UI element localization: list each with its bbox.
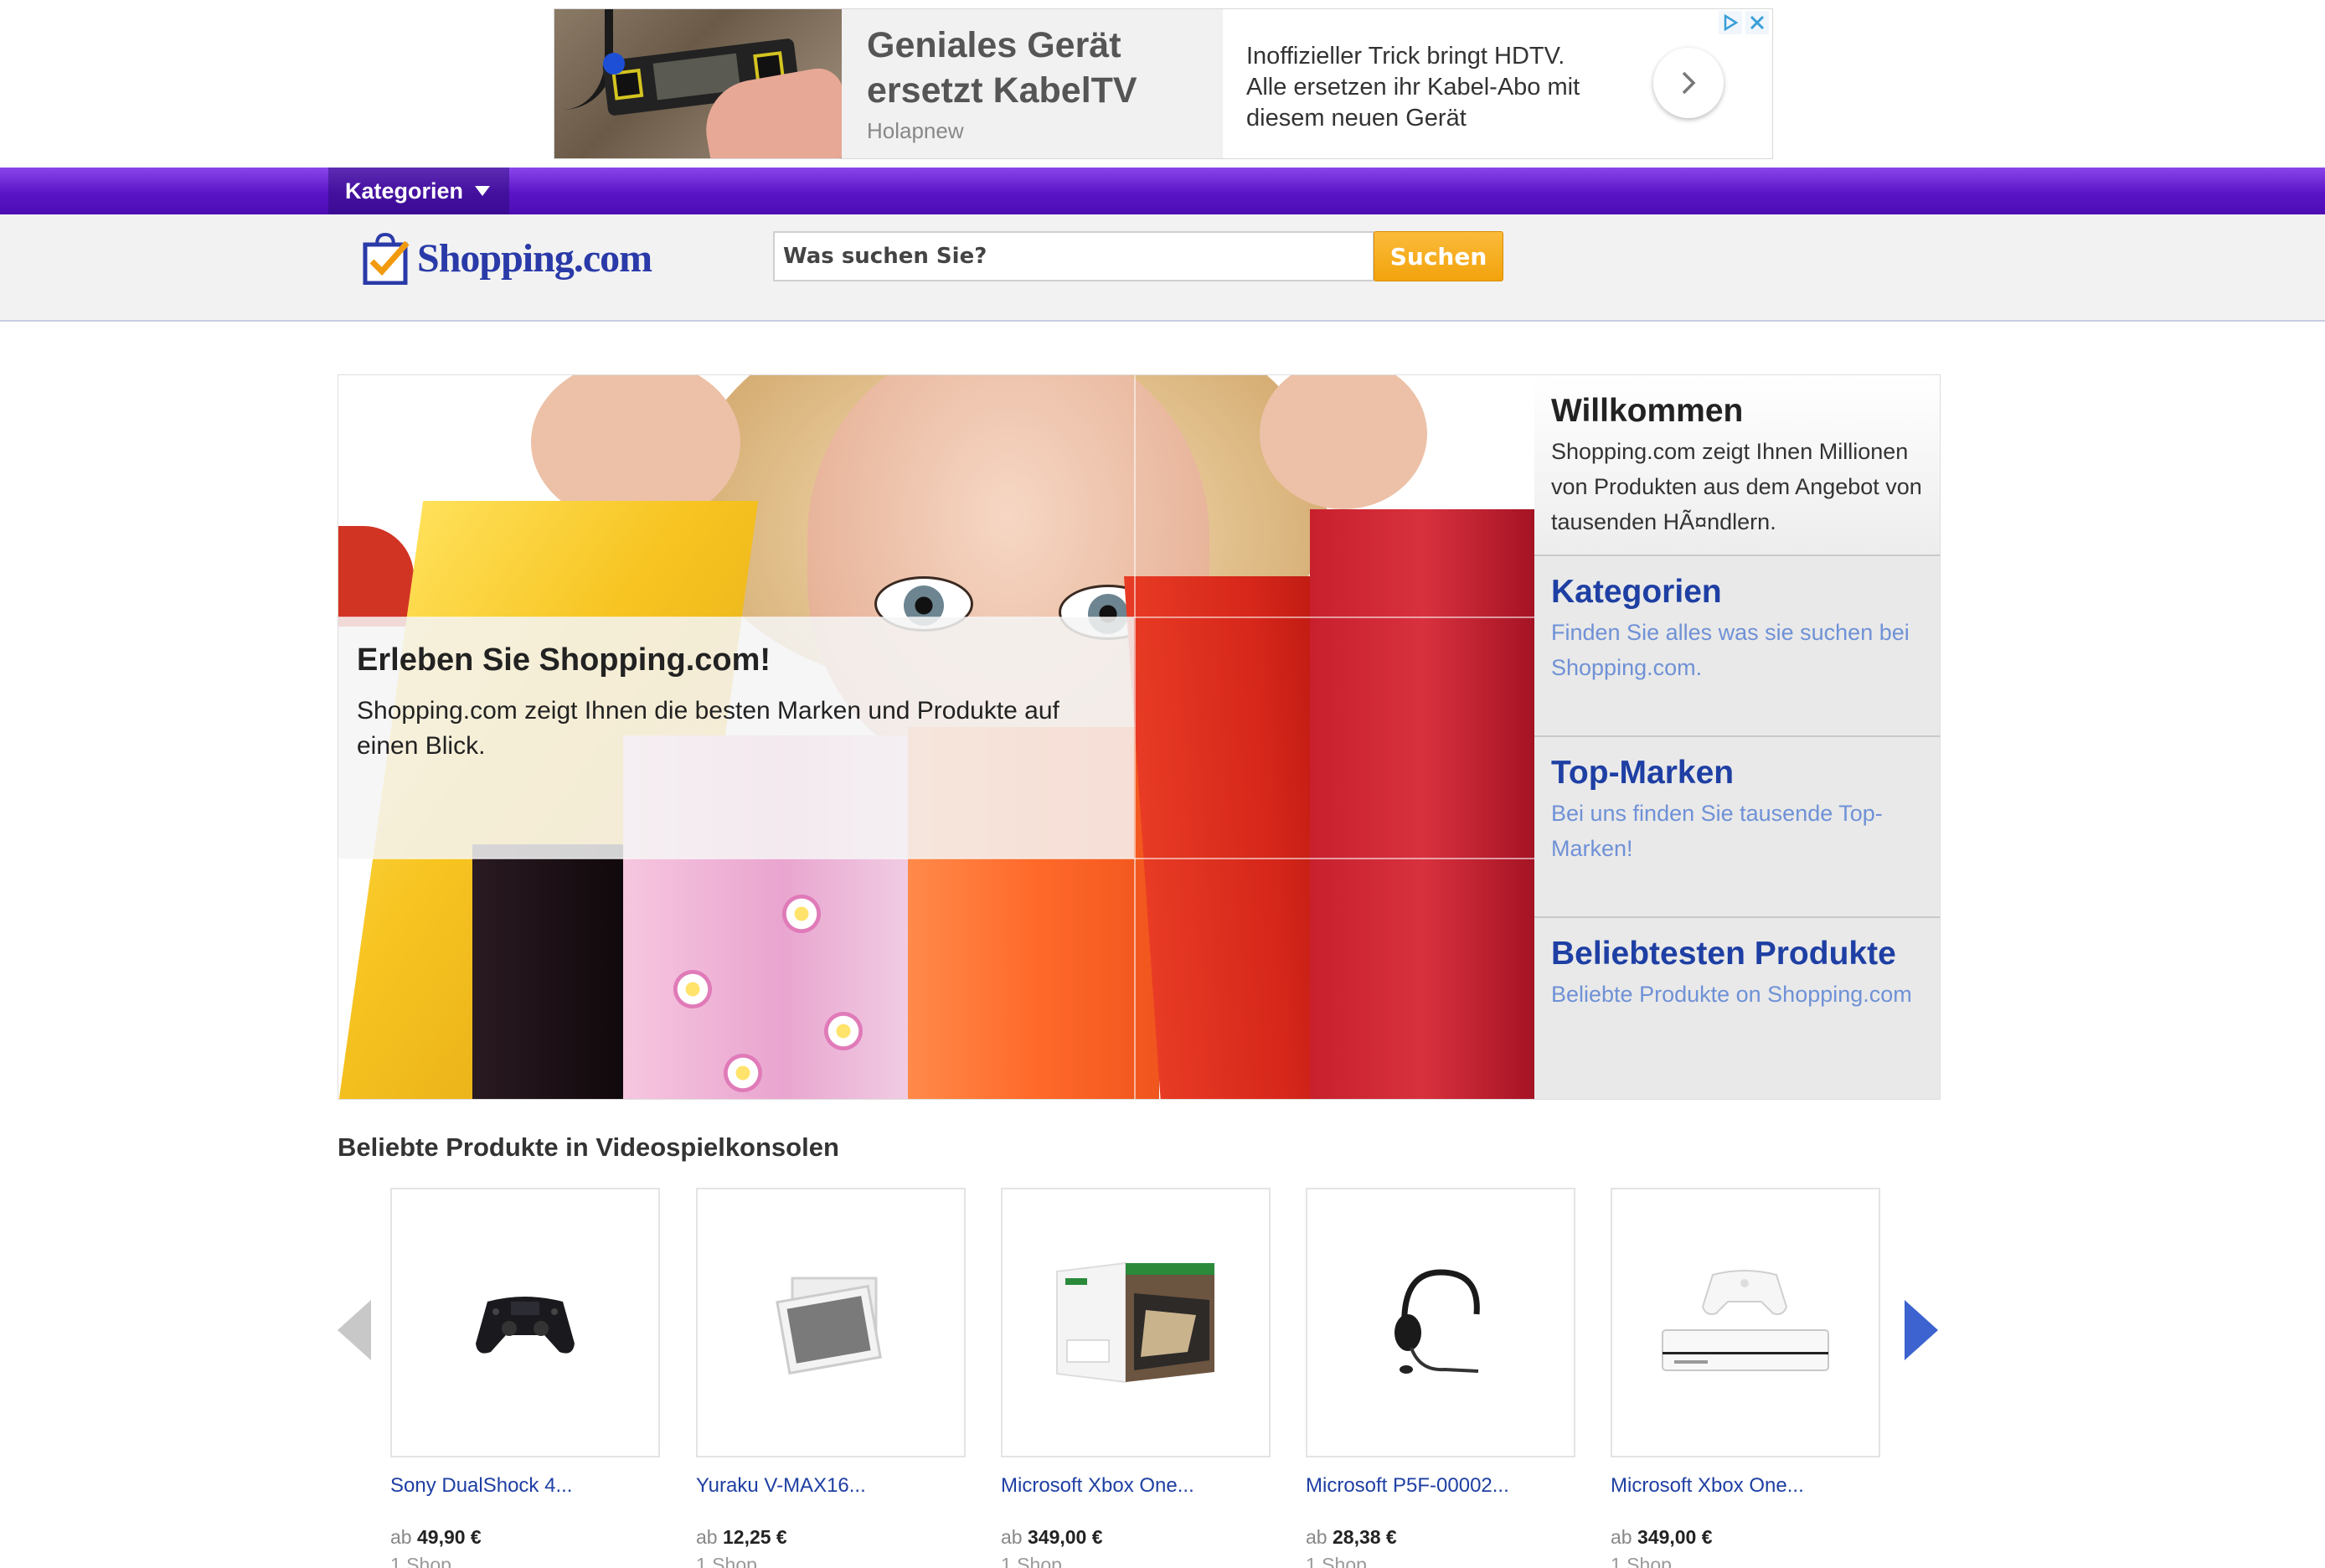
adchoices-icon[interactable] [1719,11,1742,34]
search-button[interactable]: Suchen [1374,231,1503,281]
product-name[interactable]: Microsoft Xbox One... [1611,1474,1880,1498]
product-price: ab 12,25 € [696,1526,787,1548]
panel-title: Kategorien [1551,574,1722,610]
console-bundle-icon [1056,1261,1214,1384]
hero-caption: Erleben Sie Shopping.com! Shopping.com z… [338,617,1134,859]
product-image[interactable] [1001,1188,1271,1457]
panel-title: Willkommen [1551,393,1744,429]
product-price: ab 49,90 € [390,1526,482,1548]
search-field[interactable] [773,231,1374,281]
ad-source: Holapnew [867,118,964,143]
categories-menu-button[interactable]: Kategorien [328,168,509,214]
site-header: Shopping.com Suchen [0,214,2325,322]
product-card[interactable]: Microsoft Xbox One... ab 349,00 € 1 Shop [1611,1188,1880,1568]
product-shop-count: 1 Shop [696,1554,757,1568]
product-name[interactable]: Sony DualShock 4... [390,1474,660,1498]
product-image[interactable] [390,1188,660,1457]
console-icon [1662,1270,1829,1371]
close-icon[interactable] [1745,11,1769,34]
arrow-left-icon[interactable] [338,1300,371,1360]
product-shop-count: 1 Shop [1611,1554,1672,1568]
product-price: ab 349,00 € [1001,1526,1103,1548]
panel-top-brands[interactable]: Top-Marken Bei uns finden Sie tausende T… [1534,737,1940,918]
section-title: Beliebte Produkte in Videospielkonsolen [338,1132,839,1162]
site-logo[interactable]: Shopping.com [360,231,652,285]
product-name[interactable]: Yuraku V-MAX16... [696,1474,966,1498]
panel-title: Beliebtesten Produkte [1551,936,1896,972]
chevron-right-icon [1682,71,1696,95]
ad-text[interactable]: Inoffizieller Trick bringt HDTV. Alle er… [1246,41,1598,134]
ad-banner[interactable]: Geniales Gerät ersetzt KabelTV Holapnew … [554,8,1773,159]
product-shop-count: 1 Shop [1001,1554,1062,1568]
gamepad-icon [476,1297,575,1354]
panel-text: Bei uns finden Sie tausende Top-Marken! [1551,801,1883,861]
ad-next-button[interactable] [1653,48,1724,118]
panel-popular-products[interactable]: Beliebtesten Produkte Beliebte Produkte … [1534,918,1940,1099]
ad-image[interactable] [554,9,842,158]
product-shop-count: 1 Shop [1306,1554,1367,1568]
hero-image[interactable]: Erleben Sie Shopping.com! Shopping.com z… [338,375,1534,1099]
search-input[interactable] [775,233,1373,280]
panel-text: Beliebte Produkte on Shopping.com [1551,982,1912,1007]
hero-side-nav: Willkommen Shopping.com zeigt Ihnen Mill… [1534,375,1940,1099]
product-name[interactable]: Microsoft P5F-00002... [1306,1474,1575,1498]
product-card[interactable]: Microsoft P5F-00002... ab 28,38 € 1 Shop [1306,1188,1575,1568]
caret-down-icon [475,186,491,196]
product-price: ab 349,00 € [1611,1526,1713,1548]
logo-text: Shopping.com [417,235,652,281]
hero-subtitle: Shopping.com zeigt Ihnen die besten Mark… [357,697,1059,760]
headset-icon [1394,1269,1480,1374]
panel-welcome[interactable]: Willkommen Shopping.com zeigt Ihnen Mill… [1534,375,1940,556]
shopping-bag-check-icon [363,232,410,285]
ad-headline[interactable]: Geniales Gerät ersetzt KabelTV [867,23,1219,113]
product-card[interactable]: Yuraku V-MAX16... ab 12,25 € 1 Shop [696,1188,966,1568]
top-navbar: Kategorien [0,168,2325,214]
product-image[interactable] [1611,1188,1880,1457]
product-price: ab 28,38 € [1306,1526,1397,1548]
categories-label: Kategorien [345,178,464,204]
product-name[interactable]: Microsoft Xbox One... [1001,1474,1271,1498]
arrow-right-icon[interactable] [1905,1300,1938,1360]
product-shop-count: 1 Shop [390,1554,451,1568]
product-image[interactable] [696,1188,966,1457]
panel-title: Top-Marken [1551,755,1735,791]
panel-categories[interactable]: Kategorien Finden Sie alles was sie such… [1534,556,1940,737]
hero-banner: Erleben Sie Shopping.com! Shopping.com z… [338,374,1941,1100]
image-placeholder-icon [776,1277,882,1375]
panel-text: Shopping.com zeigt Ihnen Millionen von P… [1551,439,1922,534]
panel-text: Finden Sie alles was sie suchen bei Shop… [1551,620,1910,680]
product-card[interactable]: Microsoft Xbox One... ab 349,00 € 1 Shop [1001,1188,1271,1568]
product-card[interactable]: Sony DualShock 4... ab 49,90 € 1 Shop [390,1188,660,1568]
hero-title: Erleben Sie Shopping.com! [357,642,771,678]
product-image[interactable] [1306,1188,1575,1457]
